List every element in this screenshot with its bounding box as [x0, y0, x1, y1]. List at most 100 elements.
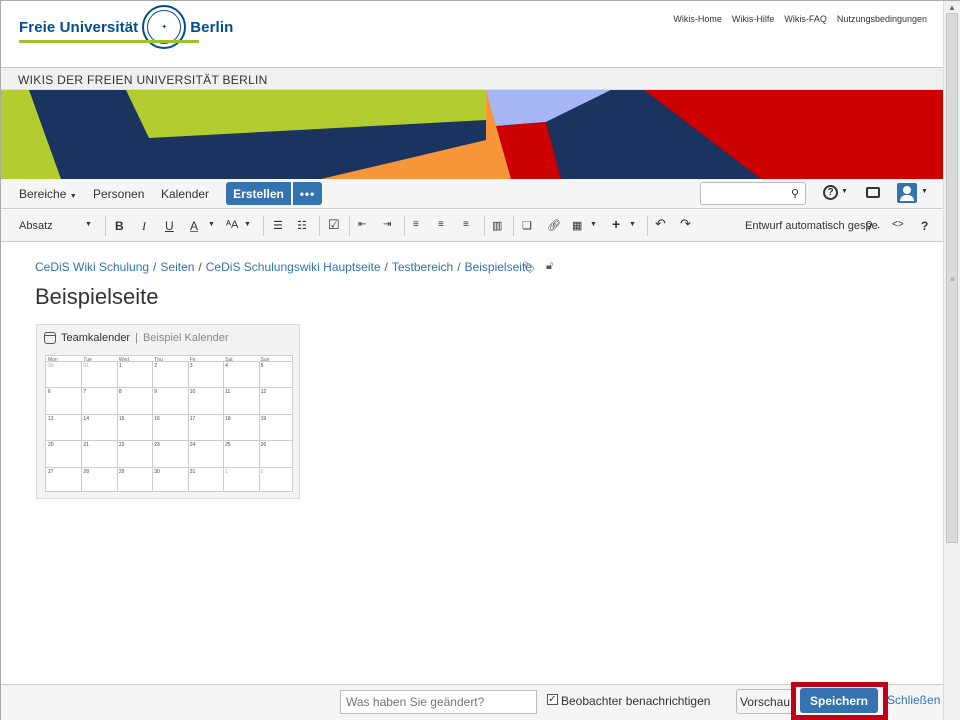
link-wikis-home[interactable]: Wikis-Home: [673, 14, 722, 24]
link-terms[interactable]: Nutzungsbedingungen: [837, 14, 927, 24]
italic-button[interactable]: I: [142, 219, 146, 234]
tag-icon[interactable]: 🏷︎: [522, 261, 536, 274]
calendar-day-cell[interactable]: 13: [48, 416, 54, 422]
editor-help-button[interactable]: ?: [921, 219, 928, 233]
calendar-grid: Mon Tue Wed Thu Fri Sat Sun 30 31 1 2 3 4 5 6 7 8 9 10 11 12…: [45, 355, 293, 492]
calendar-day-cell[interactable]: 24: [190, 442, 196, 448]
nav-calendar[interactable]: Kalender: [161, 187, 209, 201]
calendar-day-cell[interactable]: 22: [119, 442, 125, 448]
redo-icon[interactable]: ↷: [680, 216, 691, 232]
notify-watchers-label: Beobachter benachrichtigen: [561, 694, 711, 708]
align-center-icon[interactable]: ≡: [438, 219, 444, 230]
calendar-gridline: [46, 440, 292, 442]
chevron-down-icon: ▼: [629, 221, 636, 228]
calendar-day-cell[interactable]: 19: [261, 416, 267, 422]
calendar-day-cell[interactable]: 29: [119, 469, 125, 475]
calendar-day-cell[interactable]: 8: [119, 389, 122, 395]
insert-more-icon[interactable]: +: [612, 216, 620, 232]
calendar-day-cell[interactable]: 1: [119, 363, 122, 369]
calendar-day-cell[interactable]: 11: [225, 389, 230, 395]
align-left-icon[interactable]: ≡: [413, 219, 419, 230]
page-layout-icon[interactable]: ▥: [492, 219, 502, 232]
underline-button[interactable]: U: [165, 219, 174, 233]
find-replace-icon[interactable]: ⚲: [865, 219, 873, 232]
align-right-icon[interactable]: ≡: [463, 219, 469, 230]
nav-people[interactable]: Personen: [93, 187, 144, 201]
calendar-day-cell[interactable]: 31: [83, 363, 89, 369]
link-wikis-faq[interactable]: Wikis-FAQ: [784, 14, 827, 24]
calendar-gridline: [81, 361, 83, 492]
calendar-day-cell[interactable]: 31: [190, 469, 196, 475]
browser-viewport: Freie Universität ✦ Berlin Wikis-Home Wi…: [0, 0, 960, 720]
nav-spaces-menu[interactable]: Bereiche ▼: [19, 187, 77, 201]
create-more-button[interactable]: •••: [293, 182, 322, 205]
calendar-day-cell[interactable]: 18: [225, 416, 231, 422]
calendar-day-cell[interactable]: 20: [48, 442, 54, 448]
calendar-day-cell[interactable]: 23: [154, 442, 160, 448]
search-input[interactable]: ⚲: [700, 182, 806, 205]
calendar-day-cell[interactable]: 7: [83, 389, 86, 395]
bullet-list-icon[interactable]: ☰: [273, 219, 283, 232]
save-button[interactable]: Speichern: [800, 688, 878, 713]
breadcrumb-link[interactable]: CeDiS Wiki Schulung: [35, 260, 149, 274]
text-color-button[interactable]: A: [190, 219, 198, 233]
help-icon[interactable]: ?: [823, 185, 838, 200]
calendar-day-cell[interactable]: 10: [190, 389, 196, 395]
task-list-icon[interactable]: ☑: [328, 217, 340, 233]
calendar-day-cell[interactable]: 21: [83, 442, 89, 448]
calendar-day-cell[interactable]: 25: [225, 442, 231, 448]
bold-button[interactable]: B: [115, 219, 124, 233]
editor-toolbar: Absatz ▼ B I U A ▼ ᴬA ▼ ☰ ☷ ☑ ⇤ ⇥ ≡ ≡ ≡ …: [1, 210, 943, 242]
calendar-day-cell[interactable]: 1: [225, 469, 228, 475]
inbox-icon[interactable]: [866, 187, 880, 198]
calendar-day-cell[interactable]: 2: [154, 363, 157, 369]
calendar-day-cell[interactable]: 9: [154, 389, 157, 395]
toolbar-divider: [319, 216, 320, 236]
breadcrumb-link[interactable]: CeDiS Schulungswiki Hauptseite: [206, 260, 381, 274]
breadcrumb: CeDiS Wiki Schulung / Seiten / CeDiS Schulun…: [35, 260, 532, 274]
undo-icon[interactable]: ↶: [655, 216, 666, 232]
calendar-day-cell[interactable]: 26: [261, 442, 267, 448]
vertical-scrollbar[interactable]: ▲ ≡: [943, 1, 960, 720]
chevron-down-icon: ▼: [590, 221, 597, 228]
calendar-day-cell[interactable]: 30: [154, 469, 160, 475]
page-title[interactable]: Beispielseite: [35, 284, 159, 310]
calendar-day-cell[interactable]: 5: [261, 363, 264, 369]
breadcrumb-link[interactable]: Seiten: [160, 260, 194, 274]
user-avatar[interactable]: [897, 183, 917, 203]
team-calendar-macro[interactable]: Teamkalender | Beispiel Kalender Mon Tue W…: [36, 324, 300, 499]
create-button[interactable]: Erstellen: [226, 182, 291, 205]
calendar-day-cell[interactable]: 16: [154, 416, 160, 422]
notify-watchers-checkbox[interactable]: ✓: [547, 694, 558, 705]
calendar-day-cell[interactable]: 27: [48, 469, 54, 475]
calendar-day-cell[interactable]: 15: [119, 416, 125, 422]
unlock-icon[interactable]: 🔓︎: [546, 260, 553, 273]
calendar-day-cell[interactable]: 28: [83, 469, 89, 475]
outdent-icon[interactable]: ⇤: [358, 219, 366, 230]
calendar-day-cell[interactable]: 12: [261, 389, 267, 395]
breadcrumb-link[interactable]: Testbereich: [392, 260, 453, 274]
change-comment-input[interactable]: [340, 690, 537, 714]
insert-table-icon[interactable]: ▦: [572, 219, 582, 232]
paragraph-format-dropdown[interactable]: Absatz: [19, 220, 53, 232]
calendar-day-cell[interactable]: 3: [190, 363, 193, 369]
calendar-gridline: [116, 361, 118, 492]
insert-file-icon[interactable]: ❏: [522, 219, 532, 232]
calendar-day-cell[interactable]: 2: [261, 469, 264, 475]
source-editor-button[interactable]: <>: [892, 219, 904, 230]
indent-icon[interactable]: ⇥: [383, 219, 391, 230]
calendar-day-cell[interactable]: 17: [190, 416, 196, 422]
insert-link-icon[interactable]: 🔗︎: [547, 219, 561, 232]
calendar-day-cell[interactable]: 4: [225, 363, 228, 369]
link-wikis-help[interactable]: Wikis-Hilfe: [732, 14, 775, 24]
calendar-day-cell[interactable]: 14: [83, 416, 89, 422]
scroll-up-icon[interactable]: ▲: [948, 3, 956, 12]
numbered-list-icon[interactable]: ☷: [297, 219, 307, 232]
close-button[interactable]: Schließen: [887, 693, 940, 707]
preview-button[interactable]: Vorschau: [736, 689, 794, 714]
calendar-day-cell[interactable]: 6: [48, 389, 51, 395]
scrollbar-thumb[interactable]: ≡: [946, 13, 958, 543]
clear-format-button[interactable]: ᴬA: [226, 219, 238, 231]
calendar-day-cell[interactable]: 30: [48, 363, 54, 369]
calendar-gridline: [46, 466, 292, 468]
